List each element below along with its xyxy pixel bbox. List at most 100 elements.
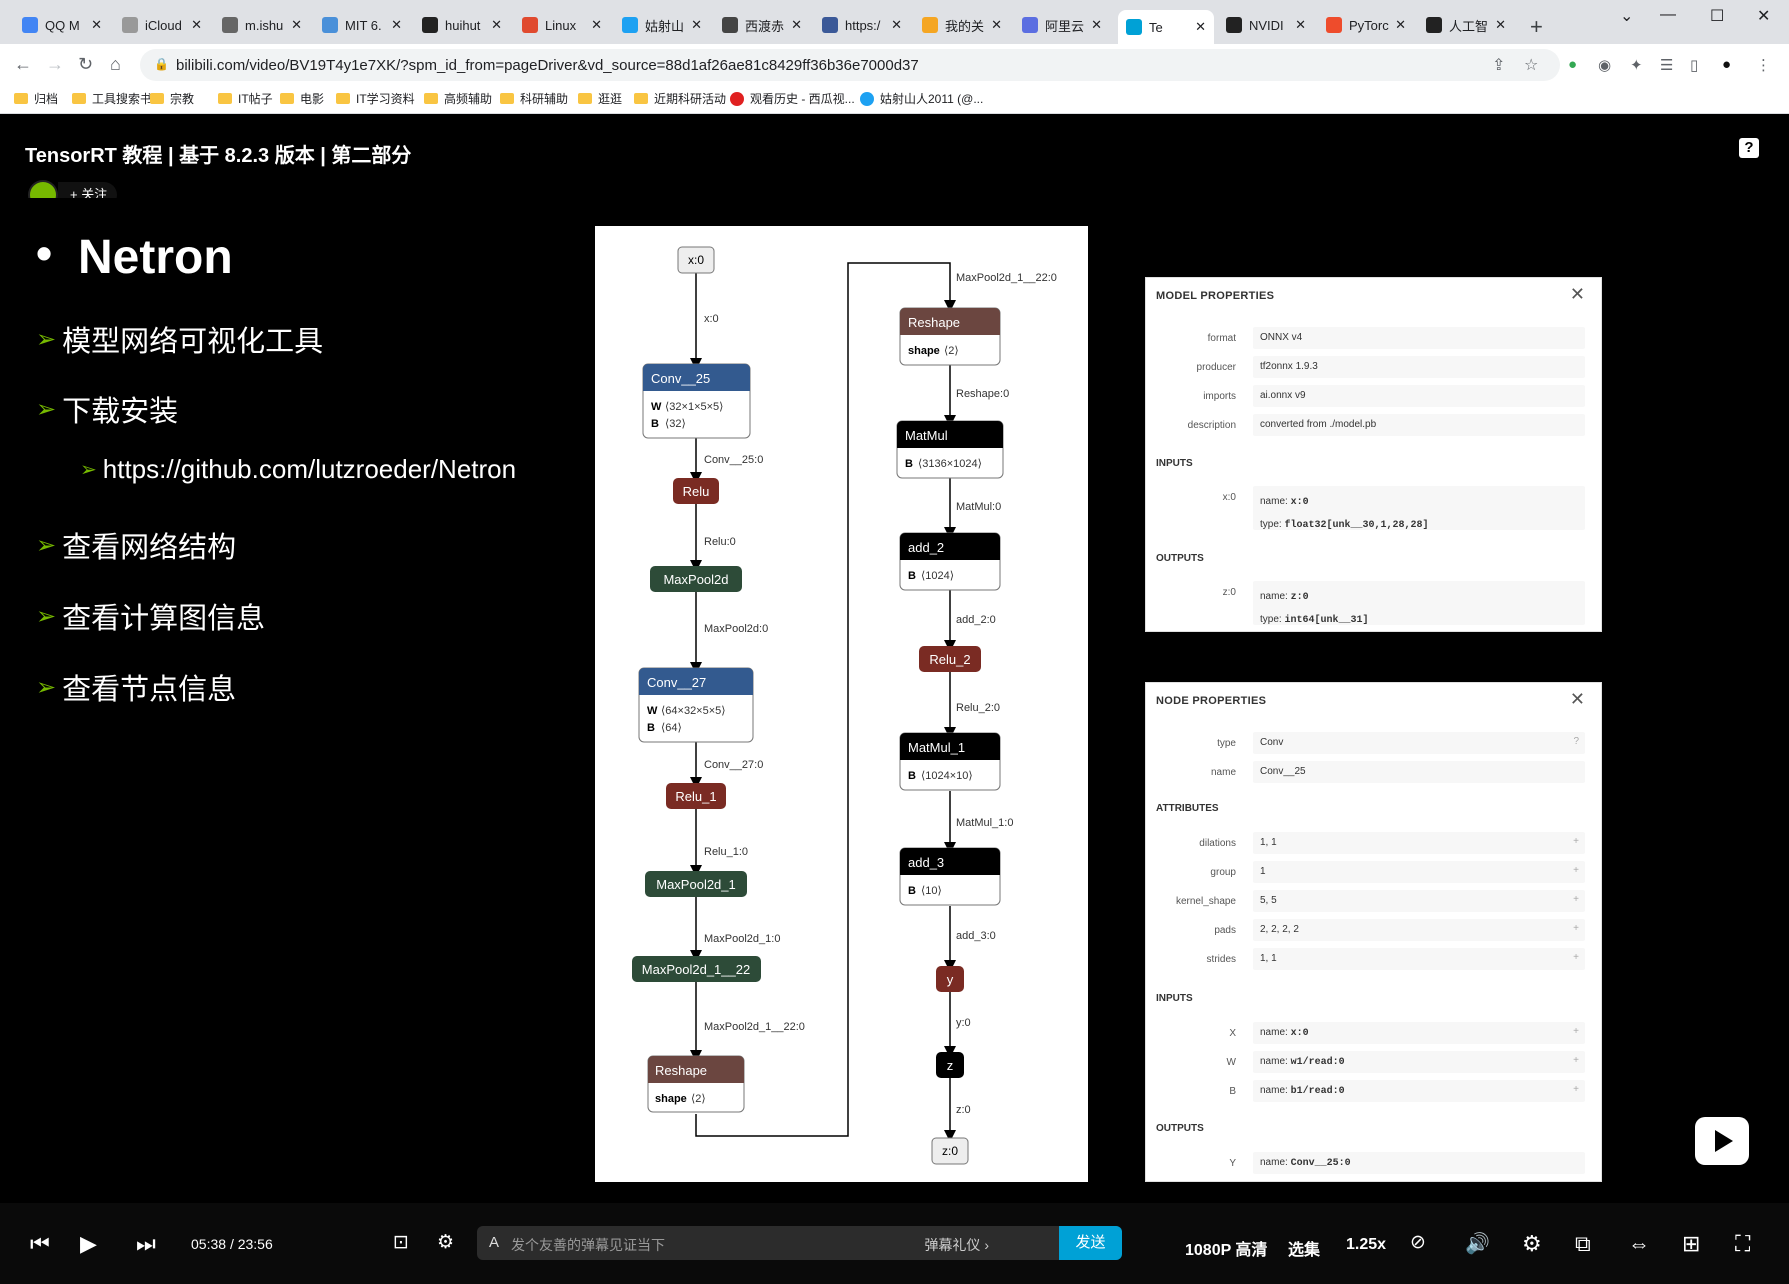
new-tab-button[interactable]: + bbox=[1530, 14, 1543, 40]
previous-icon[interactable]: ⏮ bbox=[30, 1231, 50, 1257]
bilibili-tv-icon[interactable] bbox=[1695, 1117, 1749, 1165]
back-button[interactable]: ← bbox=[14, 54, 32, 75]
profile-avatar[interactable]: ● bbox=[1722, 56, 1731, 73]
quality-selector[interactable]: 1080P 高清 bbox=[1185, 1236, 1267, 1260]
prop-value[interactable]: 1 + bbox=[1253, 861, 1585, 883]
browser-tab[interactable]: 西渡赤 ✕ bbox=[714, 10, 810, 40]
graph-node-matmul1[interactable]: MatMul_1 B ⟨1024×10⟩ bbox=[899, 732, 1001, 791]
tab-close-icon[interactable]: ✕ bbox=[891, 17, 902, 33]
media-control-icon[interactable]: ☰ bbox=[1660, 56, 1673, 74]
volume-icon[interactable]: 🔊 bbox=[1465, 1231, 1490, 1256]
graph-node-add2[interactable]: add_2 B ⟨1024⟩ bbox=[899, 532, 1001, 591]
tab-close-icon[interactable]: ✕ bbox=[591, 17, 602, 33]
graph-node-maxpool2d1-22[interactable]: MaxPool2d_1__22 bbox=[632, 956, 761, 982]
address-bar[interactable]: 🔒 bilibili.com/video/BV19T4y1e7XK/?spm_i… bbox=[140, 49, 1560, 81]
graph-node-maxpool2d[interactable]: MaxPool2d bbox=[650, 566, 742, 592]
tab-close-icon[interactable]: ✕ bbox=[191, 17, 202, 33]
browser-tab[interactable]: huihut ✕ bbox=[414, 10, 510, 40]
fullscreen-icon[interactable]: ⛶ bbox=[1735, 1231, 1750, 1257]
danmaku-etiquette-link[interactable]: 弹幕礼仪 › bbox=[924, 1235, 989, 1255]
tab-close-icon[interactable]: ✕ bbox=[1195, 19, 1206, 35]
picture-in-picture-icon[interactable]: ⧉ bbox=[1575, 1231, 1591, 1257]
bookmark-star-icon[interactable]: ☆ bbox=[1524, 55, 1538, 75]
browser-tab[interactable]: 阿里云 ✕ bbox=[1014, 10, 1110, 40]
prop-value[interactable]: name: Conv__25:0 bbox=[1253, 1152, 1585, 1174]
help-icon[interactable]: ? bbox=[1739, 138, 1759, 158]
share-icon[interactable]: ⇪ bbox=[1492, 55, 1505, 75]
bookmark-item[interactable]: 近期科研活动 bbox=[634, 90, 726, 107]
close-window-button[interactable]: ✕ bbox=[1757, 6, 1770, 26]
home-button[interactable]: ⌂ bbox=[110, 54, 121, 75]
speed-selector[interactable]: 1.25x bbox=[1346, 1236, 1386, 1254]
maximize-button[interactable]: ☐ bbox=[1710, 6, 1724, 26]
prop-value[interactable]: name: b1/read:0 + bbox=[1253, 1080, 1585, 1102]
video-player[interactable]: TensorRT 教程 | 基于 8.2.3 版本 | 第二部分 ? + 关注 … bbox=[0, 114, 1789, 1284]
subtitle-off-icon[interactable]: ⊘ bbox=[1410, 1231, 1426, 1254]
bookmark-item[interactable]: 工具搜索书 bbox=[72, 90, 152, 107]
graph-node-conv25[interactable]: Conv__25 W ⟨32×1×5×5⟩ B ⟨32⟩ bbox=[642, 363, 751, 439]
close-icon[interactable]: ✕ bbox=[1570, 689, 1585, 710]
extension-icon[interactable]: ● bbox=[1568, 56, 1577, 73]
prop-value[interactable]: 1, 1 + bbox=[1253, 832, 1585, 854]
browser-tab[interactable]: Te ✕ bbox=[1118, 10, 1214, 44]
next-icon[interactable]: ⏭ bbox=[136, 1231, 156, 1257]
web-fullscreen-icon[interactable]: ⊞ bbox=[1682, 1231, 1700, 1257]
browser-tab[interactable]: https:/ ✕ bbox=[814, 10, 910, 40]
browser-tab[interactable]: iCloud ✕ bbox=[114, 10, 210, 40]
browser-tab[interactable]: MIT 6. ✕ bbox=[314, 10, 410, 40]
graph-node-add3[interactable]: add_3 B ⟨10⟩ bbox=[899, 847, 1001, 906]
browser-tab[interactable]: Linux ✕ bbox=[514, 10, 610, 40]
browser-tab[interactable]: NVIDI ✕ bbox=[1218, 10, 1314, 40]
graph-node-maxpool2d1[interactable]: MaxPool2d_1 bbox=[645, 871, 747, 897]
graph-input-node[interactable]: x:0 bbox=[677, 246, 715, 274]
graph-node-reshape-left[interactable]: Reshape shape ⟨2⟩ bbox=[647, 1055, 745, 1113]
incognito-extension-icon[interactable]: ◉ bbox=[1598, 56, 1611, 74]
browser-tab[interactable]: QQ M ✕ bbox=[14, 10, 110, 40]
graph-node-matmul[interactable]: MatMul B ⟨3136×1024⟩ bbox=[896, 420, 1004, 479]
tab-close-icon[interactable]: ✕ bbox=[1495, 17, 1506, 33]
side-panel-icon[interactable]: ▯ bbox=[1690, 56, 1698, 74]
graph-node-reshape-right[interactable]: Reshape shape ⟨2⟩ bbox=[899, 307, 1001, 366]
tab-close-icon[interactable]: ✕ bbox=[291, 17, 302, 33]
tab-close-icon[interactable]: ✕ bbox=[391, 17, 402, 33]
tab-close-icon[interactable]: ✕ bbox=[1395, 17, 1406, 33]
graph-node-relu[interactable]: Relu bbox=[673, 478, 719, 504]
danmaku-input[interactable]: A 发个友善的弹幕见证当下 弹幕礼仪 › bbox=[477, 1226, 1122, 1260]
browser-tab[interactable]: 我的关 ✕ bbox=[914, 10, 1010, 40]
prop-value[interactable]: 5, 5 + bbox=[1253, 890, 1585, 912]
reload-button[interactable]: ↻ bbox=[78, 54, 93, 75]
tab-close-icon[interactable]: ✕ bbox=[1091, 17, 1102, 33]
prop-value[interactable]: 1, 1 + bbox=[1253, 948, 1585, 970]
input-value-box[interactable]: name: x:0 type: float32[unk__30,1,28,28] bbox=[1253, 486, 1585, 531]
episodes-button[interactable]: 选集 bbox=[1288, 1236, 1320, 1260]
prop-value[interactable]: 2, 2, 2, 2 + bbox=[1253, 919, 1585, 941]
bookmark-item[interactable]: IT学习资料 bbox=[336, 90, 415, 107]
graph-node-z[interactable]: z bbox=[936, 1052, 964, 1078]
browser-tab[interactable]: m.ishu ✕ bbox=[214, 10, 310, 40]
close-icon[interactable]: ✕ bbox=[1570, 284, 1585, 305]
font-style-icon[interactable]: A bbox=[489, 1234, 499, 1251]
puzzle-extensions-icon[interactable]: ✦ bbox=[1630, 56, 1643, 74]
prop-value[interactable]: name: x:0 + bbox=[1253, 1022, 1585, 1044]
tab-close-icon[interactable]: ✕ bbox=[691, 17, 702, 33]
settings-gear-icon[interactable]: ⚙ bbox=[1522, 1231, 1542, 1257]
menu-kebab-icon[interactable]: ⋮ bbox=[1756, 56, 1771, 74]
browser-tab[interactable]: 姑射山 ✕ bbox=[614, 10, 710, 40]
minimize-button[interactable]: — bbox=[1660, 6, 1676, 24]
tab-close-icon[interactable]: ✕ bbox=[791, 17, 802, 33]
output-value-box[interactable]: name: z:0 type: int64[unk__31] bbox=[1253, 581, 1585, 626]
browser-tab[interactable]: 人工智 ✕ bbox=[1418, 10, 1514, 40]
bookmark-item[interactable]: 科研辅助 bbox=[500, 90, 568, 107]
bookmark-item[interactable]: 宗教 bbox=[150, 90, 194, 107]
graph-output-node[interactable]: z:0 bbox=[931, 1137, 969, 1165]
danmaku-settings-icon[interactable]: ⚙ bbox=[437, 1231, 454, 1254]
bookmark-item[interactable]: IT帖子 bbox=[218, 90, 273, 107]
tab-close-icon[interactable]: ✕ bbox=[91, 17, 102, 33]
bookmark-item[interactable]: 高频辅助 bbox=[424, 90, 492, 107]
browser-tab[interactable]: PyTorc ✕ bbox=[1318, 10, 1414, 40]
graph-node-relu2[interactable]: Relu_2 bbox=[919, 646, 981, 672]
widescreen-icon[interactable]: ⇔ bbox=[1628, 1231, 1650, 1257]
play-icon[interactable]: ▶ bbox=[80, 1231, 97, 1257]
prop-value[interactable]: name: w1/read:0 + bbox=[1253, 1051, 1585, 1073]
danmaku-toggle-icon[interactable]: ⊡ bbox=[393, 1231, 409, 1254]
